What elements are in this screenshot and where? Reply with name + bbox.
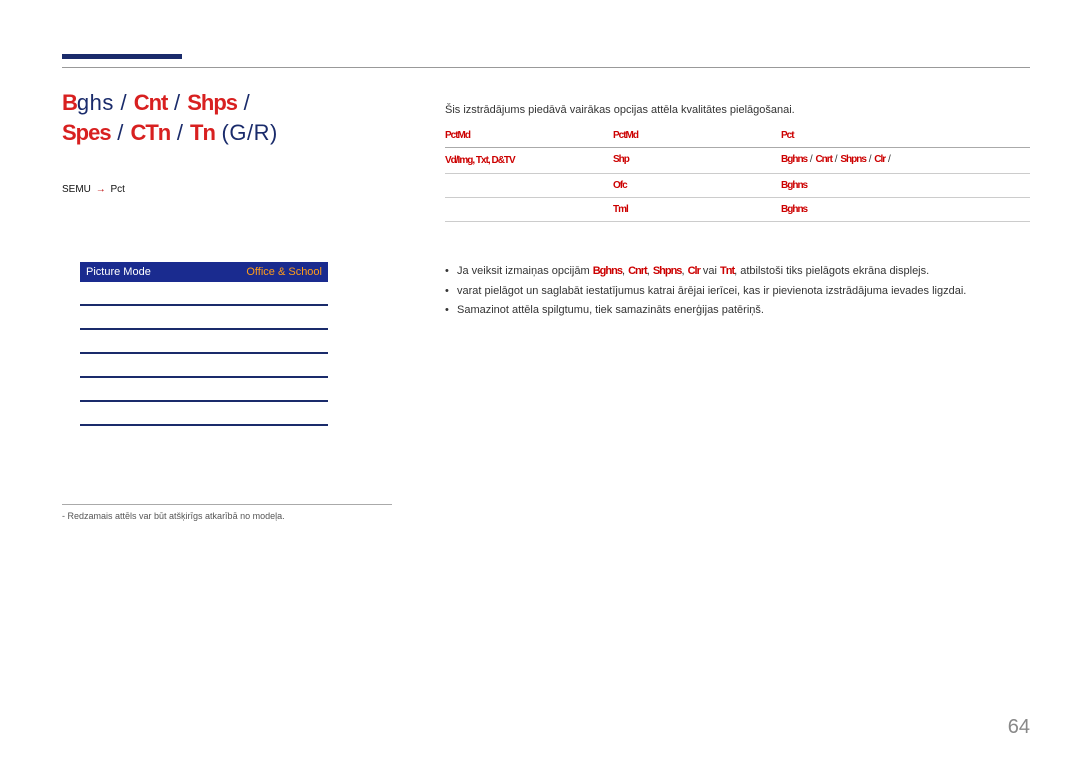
osd-menu-preview: Picture Mode Office & School . . . . . . <box>80 262 328 426</box>
menu-value: Office & School <box>246 266 322 278</box>
menu-row-blank: . <box>80 306 328 330</box>
breadcrumb: SEMU → Pct <box>62 184 125 195</box>
table-row: Tml Bghns <box>445 198 1030 222</box>
page-number: 64 <box>1008 716 1030 739</box>
table-row: Ofc Bghns <box>445 174 1030 198</box>
header-rule <box>62 67 1030 68</box>
menu-label: Picture Mode <box>86 266 246 278</box>
note-item: Ja veiksit izmaiņas opcijām Bghns, Cnrt,… <box>445 263 1030 280</box>
menu-row-blank: . <box>80 354 328 378</box>
menu-row-blank: . <box>80 330 328 354</box>
note-item: varat pielāgot un saglabāt iestatījumus … <box>445 283 1030 300</box>
menu-row-blank: . <box>80 282 328 306</box>
settings-table: PctMd PctMd Pct Vd/Img, Txt, D&TV Shp Bg… <box>445 126 1030 222</box>
table-header: PctMd PctMd Pct <box>445 126 1030 148</box>
menu-row-blank: . <box>80 378 328 402</box>
arrow-icon: → <box>96 184 106 195</box>
menu-row-blank: . <box>80 402 328 426</box>
notes-list: Ja veiksit izmaiņas opcijām Bghns, Cnrt,… <box>445 263 1030 322</box>
menu-row-picture-mode: Picture Mode Office & School <box>80 262 328 282</box>
note-item: Samazinot attēla spilgtumu, tiek samazin… <box>445 302 1030 319</box>
header-accent-bar <box>62 54 182 59</box>
page-heading: Bghs / Cnt / Shps / Spes / CTn / Tn (G/R… <box>62 88 278 147</box>
model-disclaimer: Redzamais attēls var būt atšķirīgs atkar… <box>62 504 392 521</box>
table-row: Vd/Img, Txt, D&TV Shp Bghns / Cnrt / Shp… <box>445 148 1030 174</box>
intro-text: Šis izstrādājums piedāvā vairākas opcija… <box>445 104 795 116</box>
